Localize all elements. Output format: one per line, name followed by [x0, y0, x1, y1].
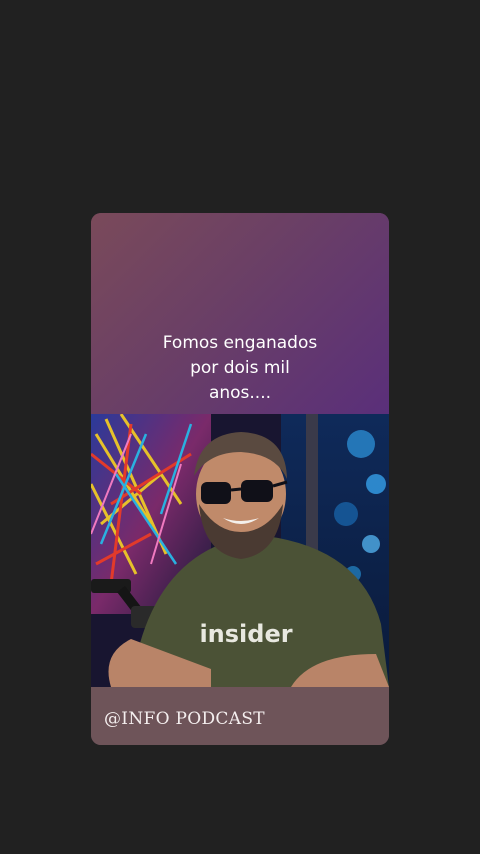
caption-line-1: Fomos enganados [162, 333, 318, 353]
caption-line-2: por dois mil [190, 358, 290, 378]
podcast-handle[interactable]: @INFO PODCAST [104, 709, 265, 729]
podcast-video-still: insider [91, 414, 389, 687]
video-frame[interactable]: insider [91, 414, 389, 687]
caption-text: Fomos enganados por dois mil anos.... [91, 331, 389, 406]
caption-line-3: anos.... [208, 383, 272, 403]
shirt-logo: insider [199, 620, 292, 648]
story-card[interactable]: Fomos enganados por dois mil anos.... in… [91, 213, 389, 745]
footer-bar: @INFO PODCAST [91, 687, 389, 745]
caption-background: Fomos enganados por dois mil anos.... [91, 213, 389, 414]
story-viewer: Fomos enganados por dois mil anos.... in… [0, 0, 480, 854]
